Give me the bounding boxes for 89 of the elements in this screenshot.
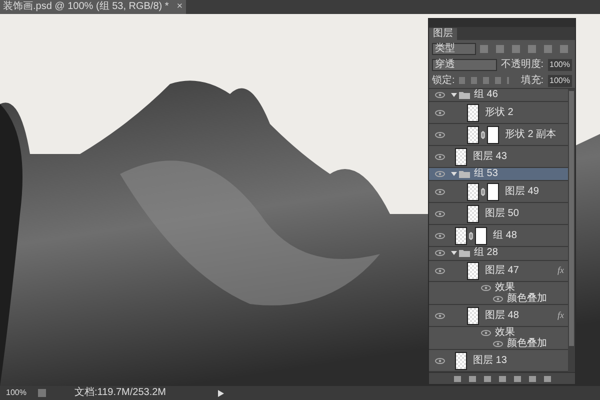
layer-row[interactable]: 图层 13	[429, 350, 568, 372]
document-tab[interactable]: 装饰画.psd @ 100% (组 53, RGB/8) * ×	[0, 0, 186, 14]
layer-thumbnail	[455, 352, 467, 370]
layer-name: 图层 47	[485, 266, 519, 276]
layer-thumbnail	[467, 204, 479, 223]
effects-label: 效果	[495, 328, 515, 338]
group-name: 组 46	[474, 90, 498, 100]
layer-row[interactable]: 图层 43	[429, 146, 568, 168]
eye-icon[interactable]	[435, 132, 445, 138]
layer-name: 组 48	[493, 230, 517, 241]
layer-thumbnail	[467, 126, 479, 144]
group-name: 组 28	[474, 248, 498, 258]
layer-thumbnail	[455, 148, 467, 166]
effects-label: 效果	[495, 283, 515, 294]
eye-icon[interactable]	[435, 232, 445, 239]
layer-row[interactable]: 组 48	[429, 225, 568, 248]
caret-icon[interactable]	[451, 171, 457, 178]
document-size: 文档:119.7M/253.2M	[74, 388, 166, 398]
status-icon[interactable]	[38, 389, 46, 397]
layer-name: 图层 43	[473, 152, 507, 162]
layer-name: 图层 49	[505, 186, 539, 197]
layer-thumbnail	[467, 182, 479, 201]
toolbar-icon[interactable]	[468, 376, 476, 382]
eye-icon[interactable]	[493, 340, 503, 347]
opacity-label: 不透明度:	[500, 60, 544, 70]
layer-name: 形状 2 副本	[505, 130, 556, 140]
eye-icon[interactable]	[435, 110, 445, 116]
eye-icon[interactable]	[493, 296, 503, 302]
fill-field[interactable]: 100%	[548, 74, 572, 86]
eye-icon[interactable]	[435, 250, 445, 256]
chain-link-icon	[481, 130, 485, 139]
layer-name: 图层 13	[473, 356, 507, 366]
eye-icon[interactable]	[435, 210, 445, 217]
layer-name: 形状 2	[485, 108, 514, 118]
layer-row[interactable]: 图层 48 fx	[429, 305, 568, 328]
chain-link-icon	[469, 232, 473, 240]
effects-badge[interactable]: fx	[558, 264, 564, 278]
effect-name: 颜色叠加	[507, 338, 547, 349]
eye-icon[interactable]	[435, 154, 445, 160]
toolbar-icon[interactable]	[454, 376, 460, 382]
eye-icon[interactable]	[435, 92, 445, 98]
eye-icon[interactable]	[435, 312, 445, 319]
layer-thumbnail	[467, 306, 479, 325]
eye-icon[interactable]	[435, 358, 445, 364]
eye-icon[interactable]	[481, 330, 491, 336]
layer-name: 图层 50	[485, 208, 519, 219]
mask-thumbnail	[487, 182, 499, 201]
toolbar-icon[interactable]	[498, 376, 506, 382]
layer-thumbnail	[467, 104, 479, 122]
document-title: 装饰画.psd @ 100% (组 53, RGB/8) *	[3, 2, 169, 12]
toolbar-icon[interactable]	[528, 376, 536, 382]
toolbar-icon[interactable]	[514, 376, 520, 382]
chain-link-icon	[481, 188, 485, 196]
layers-tab[interactable]: 图层	[429, 28, 457, 40]
lock-label: 锁定:	[432, 76, 455, 86]
layer-row[interactable]: 形状 2	[429, 102, 568, 124]
filter-dropdown[interactable]: 类型	[432, 42, 476, 54]
layer-thumbnail	[455, 226, 467, 245]
opacity-field[interactable]: 100%	[548, 59, 572, 71]
blend-mode-dropdown[interactable]: 穿透	[432, 59, 497, 71]
layer-name: 图层 48	[485, 310, 519, 321]
close-icon[interactable]: ×	[176, 2, 183, 12]
caret-icon[interactable]	[451, 250, 457, 256]
caret-icon[interactable]	[451, 92, 457, 98]
mask-thumbnail	[487, 126, 499, 144]
toolbar-icon[interactable]	[544, 376, 550, 382]
layer-group-row[interactable]: 组 53	[429, 168, 568, 182]
group-name: 组 53	[474, 169, 498, 180]
layer-row[interactable]: 图层 50	[429, 203, 568, 226]
fill-label: 填充:	[520, 76, 544, 86]
play-icon[interactable]	[218, 390, 224, 396]
layer-row[interactable]: 图层 49	[429, 181, 568, 204]
scrollbar[interactable]	[568, 89, 575, 372]
layer-group-row[interactable]: 组 28	[429, 247, 568, 261]
eye-icon[interactable]	[435, 188, 445, 195]
folder-icon	[459, 91, 470, 100]
zoom-level: 100%	[6, 387, 26, 399]
layer-row[interactable]: 形状 2 副本	[429, 124, 568, 146]
mask-thumbnail	[475, 226, 487, 245]
lock-icons-drawing[interactable]	[458, 77, 509, 84]
effects-badge[interactable]: fx	[558, 308, 564, 322]
layer-thumbnail	[467, 262, 479, 280]
eye-icon[interactable]	[481, 285, 491, 292]
eye-icon[interactable]	[435, 171, 445, 178]
layer-group-row[interactable]: 组 46	[429, 89, 568, 102]
eye-icon[interactable]	[435, 268, 445, 274]
toolbar-icon[interactable]	[484, 376, 490, 382]
effect-name: 颜色叠加	[507, 294, 547, 304]
layer-row[interactable]: 图层 47 fx	[429, 260, 568, 282]
